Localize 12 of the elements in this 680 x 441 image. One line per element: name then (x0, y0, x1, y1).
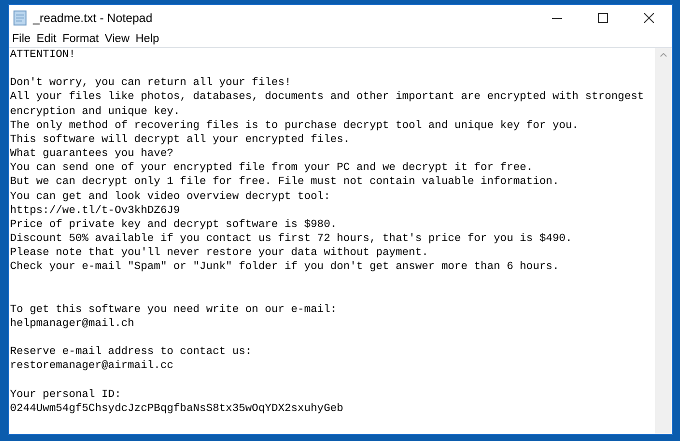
menu-item[interactable]: File (9, 32, 34, 46)
menu-item[interactable]: View (102, 32, 132, 46)
scroll-up-icon[interactable] (660, 53, 667, 57)
maximize-icon (598, 13, 608, 23)
menu-item[interactable]: Edit (34, 32, 60, 46)
notepad-icon (13, 10, 27, 26)
scrollbar[interactable] (655, 48, 672, 434)
menu-item[interactable]: Format (59, 32, 102, 46)
document-text[interactable]: ATTENTION! Don't worry, you can return all your files! All your files like photos, databases, documents and other important are encrypted with strongest encryption and unique key. The only method of recovering files is to purchase decrypt tool and unique key for you. This software will decrypt all your encrypted files. What guarantees you have? You can send one of your encrypted file from your PC and we decrypt it for free. But we can decrypt only 1 file for free. File must not contain valuable information. You can get and look video overview decrypt tool: https://we.tl/t-Ov3khDZ6J9 Price of private key and decrypt software is $980. Discount 50% available if you contact us first 72 hours, that's price for you is $490. Please note that you'll never restore your data without payment. Check your e-mail "Spam" or "Junk" folder if you don't get answer more than 6 hours. To get this software you need write on our e-mail: helpmanager@mail.ch Reserve e-mail address to contact us: restoremanager@airmail.cc Your personal ID: 0244Uwm54gf5ChsydcJzcPBqgfbaNsS8tx35wOqYDX2sxuhyGeb (9, 48, 655, 434)
window-title: _readme.txt - Notepad (33, 10, 152, 27)
close-icon (644, 13, 654, 23)
menu-item[interactable]: Help (132, 32, 162, 46)
